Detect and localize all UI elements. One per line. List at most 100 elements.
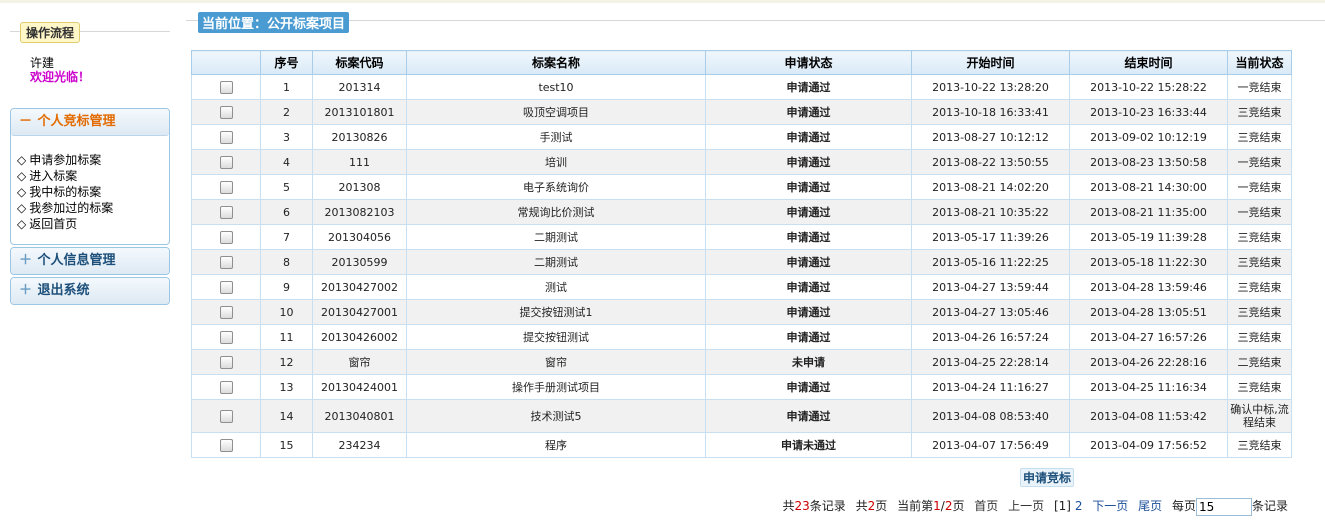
row-checkbox[interactable] bbox=[219, 305, 233, 319]
apply-bid-button[interactable]: 申请竞标 bbox=[1020, 468, 1075, 487]
cell-index: 5 bbox=[260, 174, 313, 200]
diamond-bullet-icon: ◇ bbox=[17, 153, 27, 167]
cell-start-time: 2013-10-18 16:33:41 bbox=[911, 99, 1070, 125]
table-body: 1 201314 test10 申请通过 2013-10-22 13:28:20 2013… bbox=[191, 74, 1292, 458]
cell-start-time: 2013-08-22 13:50:55 bbox=[911, 149, 1070, 175]
cell-name: 二期测试 bbox=[406, 224, 706, 250]
cell-start-time: 2013-05-17 11:39:26 bbox=[911, 224, 1070, 250]
cell-end-time: 2013-09-02 10:12:19 bbox=[1069, 124, 1228, 150]
table-row: 15 234234 程序 申请未通过 2013-04-07 17:56:49 2013-0… bbox=[191, 432, 1292, 458]
cell-code: 2013082103 bbox=[312, 199, 407, 225]
row-checkbox[interactable] bbox=[219, 355, 233, 369]
cell-current-status: 三竞结束 bbox=[1227, 299, 1292, 325]
cell-select bbox=[191, 399, 261, 433]
cell-end-time: 2013-08-23 13:50:58 bbox=[1069, 149, 1228, 175]
cell-select bbox=[191, 299, 261, 325]
cell-code: 20130427001 bbox=[312, 299, 407, 325]
cell-name: 窗帘 bbox=[406, 349, 706, 375]
menu-item-label: 申请参加标案 bbox=[29, 153, 102, 167]
row-checkbox[interactable] bbox=[219, 105, 233, 119]
pager-current-suffix: 页 bbox=[952, 499, 965, 513]
cell-code: 20130599 bbox=[312, 249, 407, 275]
cell-index: 3 bbox=[260, 124, 313, 150]
menu-panel-bid-management: － 个人竞标管理 ◇ 申请参加标案 ◇ 进入标案 ◇ 我中标的标案 ◇ 我参加过的标案 … bbox=[10, 108, 170, 245]
row-checkbox[interactable] bbox=[219, 180, 233, 194]
cell-select bbox=[191, 249, 261, 275]
header-apply-status: 申请状态 bbox=[705, 50, 912, 75]
menu-head-label: 个人信息管理 bbox=[37, 253, 116, 268]
menu-item-label: 进入标案 bbox=[29, 169, 78, 183]
cell-end-time: 2013-04-09 17:56:52 bbox=[1069, 432, 1228, 458]
menu-item-label: 我中标的标案 bbox=[29, 185, 102, 199]
cell-select bbox=[191, 124, 261, 150]
cell-index: 7 bbox=[260, 224, 313, 250]
cell-end-time: 2013-08-21 11:35:00 bbox=[1069, 199, 1228, 225]
pager-per-page-input[interactable] bbox=[1195, 497, 1252, 516]
cell-end-time: 2013-05-18 11:22:30 bbox=[1069, 249, 1228, 275]
row-checkbox[interactable] bbox=[219, 130, 233, 144]
cell-end-time: 2013-04-28 13:59:46 bbox=[1069, 274, 1228, 300]
cell-apply-status: 未申请 bbox=[705, 349, 912, 375]
menu-item-won-bids[interactable]: ◇ 我中标的标案 bbox=[17, 184, 169, 200]
pager-next-link[interactable]: 下一页 bbox=[1092, 499, 1128, 513]
header-start-time: 开始时间 bbox=[911, 50, 1070, 75]
cell-index: 15 bbox=[260, 432, 313, 458]
cell-code: 2013101801 bbox=[312, 99, 407, 125]
pager-total-suffix: 条记录 bbox=[809, 499, 846, 513]
cell-select bbox=[191, 349, 261, 375]
cell-apply-status: 申请通过 bbox=[705, 74, 912, 100]
pager-current-page: 1 bbox=[933, 499, 941, 513]
cell-name: 操作手册测试项目 bbox=[406, 374, 706, 400]
row-checkbox[interactable] bbox=[219, 80, 233, 94]
menu-item-enter-bid[interactable]: ◇ 进入标案 bbox=[17, 168, 169, 184]
cell-select bbox=[191, 324, 261, 350]
user-name: 许建 bbox=[30, 56, 55, 70]
cell-select bbox=[191, 224, 261, 250]
location-title: 当前位置：公开标案项目 bbox=[198, 12, 350, 33]
row-checkbox[interactable] bbox=[219, 280, 233, 294]
cell-current-status: 一竞结束 bbox=[1227, 199, 1292, 225]
row-checkbox[interactable] bbox=[219, 409, 233, 423]
pager: 共23条记录 共2页 当前第1/2页 首页 上一页 [1] 2 下一页 尾页 每… bbox=[782, 496, 1288, 516]
row-checkbox[interactable] bbox=[219, 230, 233, 244]
menu-item-apply-bid[interactable]: ◇ 申请参加标案 bbox=[17, 152, 169, 168]
cell-start-time: 2013-05-16 11:22:25 bbox=[911, 249, 1070, 275]
cell-name: 技术测试5 bbox=[406, 399, 706, 433]
row-checkbox[interactable] bbox=[219, 438, 233, 452]
cell-code: 2013040801 bbox=[312, 399, 407, 433]
row-checkbox[interactable] bbox=[219, 155, 233, 169]
cell-start-time: 2013-04-25 22:28:14 bbox=[911, 349, 1070, 375]
row-checkbox[interactable] bbox=[219, 255, 233, 269]
pager-page-2-link[interactable]: 2 bbox=[1075, 499, 1083, 513]
menu-head-label: 退出系统 bbox=[37, 283, 90, 298]
cell-apply-status: 申请通过 bbox=[705, 324, 912, 350]
cell-current-status: 三竞结束 bbox=[1227, 224, 1292, 250]
row-checkbox[interactable] bbox=[219, 380, 233, 394]
pager-last-link[interactable]: 尾页 bbox=[1138, 499, 1162, 513]
cell-index: 1 bbox=[260, 74, 313, 100]
table-row: 2 2013101801 吸顶空调项目 申请通过 2013-10-18 16:33:41… bbox=[191, 99, 1292, 125]
cell-start-time: 2013-10-22 13:28:20 bbox=[911, 74, 1070, 100]
menu-item-home[interactable]: ◇ 返回首页 bbox=[17, 216, 169, 232]
table-row: 11 20130426002 提交按钮测试 申请通过 2013-04-26 16:57:… bbox=[191, 324, 1292, 350]
pager-first-link[interactable]: 首页 bbox=[974, 499, 998, 513]
cell-name: 提交按钮测试1 bbox=[406, 299, 706, 325]
menu-head-personal-info[interactable]: ＋ 个人信息管理 bbox=[11, 248, 169, 274]
cell-name: 常规询比价测试 bbox=[406, 199, 706, 225]
cell-name: 程序 bbox=[406, 432, 706, 458]
row-checkbox[interactable] bbox=[219, 205, 233, 219]
cell-select bbox=[191, 174, 261, 200]
menu-item-joined-bids[interactable]: ◇ 我参加过的标案 bbox=[17, 200, 169, 216]
cell-select bbox=[191, 374, 261, 400]
row-checkbox[interactable] bbox=[219, 330, 233, 344]
pager-page-current: [1] bbox=[1053, 499, 1071, 513]
expand-icon: ＋ bbox=[19, 283, 33, 298]
menu-item-label: 我参加过的标案 bbox=[29, 201, 114, 215]
menu-head-bid-management[interactable]: － 个人竞标管理 bbox=[11, 109, 169, 136]
cell-code: 111 bbox=[312, 149, 407, 175]
cell-apply-status: 申请通过 bbox=[705, 174, 912, 200]
pager-prev-link[interactable]: 上一页 bbox=[1008, 499, 1044, 513]
menu-head-logout[interactable]: ＋ 退出系统 bbox=[11, 278, 169, 304]
cell-name: 吸顶空调项目 bbox=[406, 99, 706, 125]
cell-index: 13 bbox=[260, 374, 313, 400]
